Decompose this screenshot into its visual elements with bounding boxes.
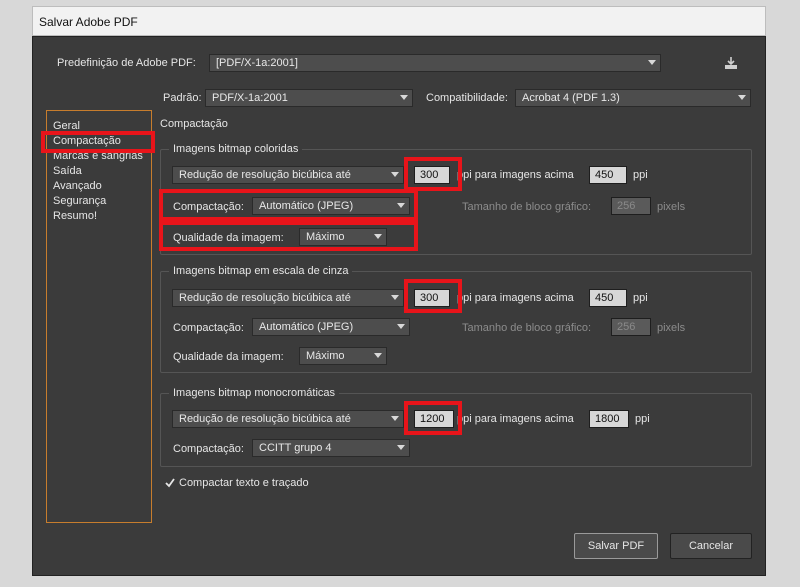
gray-compression-value: Automático (JPEG) bbox=[259, 321, 354, 333]
compress-text-label: Compactar texto e traçado bbox=[179, 477, 309, 489]
gray-tile-unit: pixels bbox=[657, 322, 686, 334]
sidebar-item-security[interactable]: Segurança bbox=[53, 194, 106, 209]
save-pdf-button[interactable]: Salvar PDF bbox=[574, 533, 658, 559]
gray-downsample-dropdown[interactable]: Redução de resolução bicúbica até bbox=[172, 289, 404, 307]
gray-above-input[interactable]: 450 bbox=[589, 289, 627, 307]
mono-group-title: Imagens bitmap monocromáticas bbox=[169, 385, 340, 401]
chevron-down-icon bbox=[391, 416, 399, 421]
section-title: Compactação bbox=[160, 118, 228, 130]
highlight-color-compression bbox=[159, 189, 418, 221]
cancel-button[interactable]: Cancelar bbox=[670, 533, 752, 559]
color-downsample-dropdown[interactable]: Redução de resolução bicúbica até bbox=[172, 166, 404, 184]
standard-dropdown[interactable]: PDF/X-1a:2001 bbox=[205, 89, 413, 107]
mono-compression-label: Compactação: bbox=[173, 443, 244, 455]
highlight-color-quality bbox=[159, 221, 418, 251]
mono-downsample-dropdown[interactable]: Redução de resolução bicúbica até bbox=[172, 410, 404, 428]
sidebar-item-output[interactable]: Saída bbox=[53, 164, 82, 179]
sidebar-item-advanced[interactable]: Avançado bbox=[53, 179, 102, 194]
mono-compression-dropdown[interactable]: CCITT grupo 4 bbox=[252, 439, 410, 457]
color-tile-unit: pixels bbox=[657, 201, 686, 213]
highlight-compression-item bbox=[41, 131, 155, 153]
save-preset-icon[interactable] bbox=[723, 55, 739, 71]
compatibility-value: Acrobat 4 (PDF 1.3) bbox=[522, 92, 620, 104]
gray-downsample-value: Redução de resolução bicúbica até bbox=[179, 292, 351, 304]
window-title: Salvar Adobe PDF bbox=[39, 15, 138, 29]
save-pdf-dialog: Predefinição de Adobe PDF: [PDF/X-1a:200… bbox=[32, 36, 766, 576]
compatibility-label: Compatibilidade: bbox=[426, 92, 508, 104]
highlight-gray-ppi bbox=[404, 279, 462, 313]
color-above-label: ppi para imagens acima bbox=[457, 169, 574, 181]
chevron-down-icon bbox=[374, 353, 382, 358]
highlight-mono-ppi bbox=[404, 401, 462, 435]
standard-label: Padrão: bbox=[163, 92, 202, 104]
color-downsample-value: Redução de resolução bicúbica até bbox=[179, 169, 351, 181]
mono-ppi-unit: ppi bbox=[635, 413, 650, 425]
gray-tile-input: 256 bbox=[611, 318, 651, 336]
highlight-color-ppi bbox=[404, 157, 462, 191]
gray-group-title: Imagens bitmap em escala de cinza bbox=[169, 263, 353, 279]
mono-above-label: ppi para imagens acima bbox=[457, 413, 574, 425]
gray-quality-value: Máximo bbox=[306, 350, 345, 362]
preset-value: [PDF/X-1a:2001] bbox=[216, 57, 298, 69]
sidebar: Geral Compactação Marcas e sangrias Saíd… bbox=[46, 110, 152, 523]
chevron-down-icon bbox=[397, 324, 405, 329]
window-title-bar: Salvar Adobe PDF bbox=[32, 6, 766, 36]
gray-quality-dropdown[interactable]: Máximo bbox=[299, 347, 387, 365]
gray-tile-label: Tamanho de bloco gráfico: bbox=[462, 322, 592, 334]
chevron-down-icon bbox=[648, 60, 656, 65]
color-above-input[interactable]: 450 bbox=[589, 166, 627, 184]
color-ppi-unit: ppi bbox=[633, 169, 648, 181]
chevron-down-icon bbox=[391, 295, 399, 300]
chevron-down-icon bbox=[397, 445, 405, 450]
gray-quality-label: Qualidade da imagem: bbox=[173, 351, 284, 363]
mono-above-input[interactable]: 1800 bbox=[589, 410, 629, 428]
gray-ppi-unit: ppi bbox=[633, 292, 648, 304]
color-tile-input: 256 bbox=[611, 197, 651, 215]
gray-compression-dropdown[interactable]: Automático (JPEG) bbox=[252, 318, 410, 336]
preset-label: Predefinição de Adobe PDF: bbox=[57, 57, 196, 69]
mono-compression-value: CCITT grupo 4 bbox=[259, 442, 332, 454]
gray-above-label: ppi para imagens acima bbox=[457, 292, 574, 304]
compatibility-dropdown[interactable]: Acrobat 4 (PDF 1.3) bbox=[515, 89, 751, 107]
color-tile-label: Tamanho de bloco gráfico: bbox=[462, 201, 592, 213]
chevron-down-icon bbox=[400, 95, 408, 100]
gray-compression-label: Compactação: bbox=[173, 322, 244, 334]
standard-value: PDF/X-1a:2001 bbox=[212, 92, 288, 104]
chevron-down-icon bbox=[391, 172, 399, 177]
mono-downsample-value: Redução de resolução bicúbica até bbox=[179, 413, 351, 425]
chevron-down-icon bbox=[738, 95, 746, 100]
color-group-title: Imagens bitmap coloridas bbox=[169, 141, 303, 157]
preset-dropdown[interactable]: [PDF/X-1a:2001] bbox=[209, 54, 661, 72]
sidebar-item-summary[interactable]: Resumo! bbox=[53, 209, 97, 224]
checkmark-icon bbox=[165, 478, 175, 488]
compress-text-checkbox[interactable] bbox=[164, 477, 176, 489]
